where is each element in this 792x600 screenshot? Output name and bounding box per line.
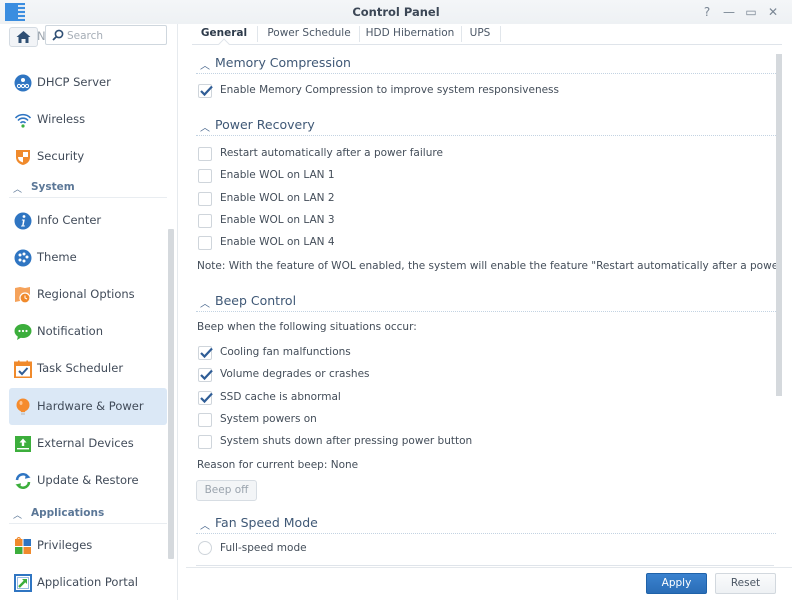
search-field[interactable] [45,25,167,45]
sidebar-item-hardware-power[interactable]: Hardware & Power [9,388,167,425]
help-button[interactable]: ? [699,4,715,20]
checkbox-checked[interactable] [198,346,213,360]
beep-intro: Beep when the following situations occur… [197,321,417,333]
dhcp-server-icon [14,74,32,92]
sidebar-item-regional-options[interactable]: Regional Options [9,276,167,313]
hardware-power-bulb-icon [16,398,30,415]
minimize-button[interactable]: — [721,4,737,20]
close-icon: ✕ [767,5,779,19]
checkbox-unchecked[interactable] [198,413,212,427]
checkbox-unchecked[interactable] [198,147,212,161]
sidebar-item-dhcp-server[interactable]: DHCP Server [9,64,167,101]
apply-button[interactable]: Apply [646,573,707,594]
sidebar-item-update-restore[interactable]: Update & Restore [9,462,167,499]
section-memory-compression[interactable]: ︿ Memory Compression [196,54,776,74]
tab-hdd-hibernation[interactable]: HDD Hibernation [364,27,456,43]
chevron-up-icon: ︿ [200,61,210,72]
info-icon [14,212,32,230]
sidebar-group-applications[interactable]: ︿ Applications [9,504,167,524]
chevron-up-icon: ︿ [13,185,23,195]
sidebar-item-info-center[interactable]: Info Center [9,202,167,239]
sidebar-scrollbar[interactable] [168,229,174,559]
tab-power-schedule[interactable]: Power Schedule [264,27,354,43]
radio-unselected[interactable] [198,541,212,555]
sidebar-item-wireless[interactable]: Wireless [9,101,167,138]
checkbox-checked[interactable] [198,84,213,98]
sidebar: Network DHCP Server Wireless Security ︿ … [0,24,178,600]
section-beep-control[interactable]: ︿ Beep Control [196,292,776,312]
sidebar-item-theme[interactable]: Theme [9,239,167,276]
checkbox-unchecked[interactable] [198,214,212,228]
checkbox-unchecked[interactable] [198,169,212,183]
help-icon: ? [703,5,711,19]
wol-note: Note: With the feature of WOL enabled, t… [197,260,776,272]
sidebar-item-notification[interactable]: Notification [9,313,167,350]
beep-off-button[interactable]: Beep off [196,480,257,501]
sidebar-item-application-portal[interactable]: Application Portal [9,564,167,600]
wireless-icon [14,113,32,128]
external-devices-icon [15,436,31,452]
search-icon [52,29,64,41]
task-scheduler-icon [14,360,32,378]
title-bar: Control Panel ? — ▭ ✕ [0,0,792,24]
search-input[interactable] [67,28,163,43]
tab-ups[interactable]: UPS [464,27,496,43]
sidebar-item-security[interactable]: Security [9,138,167,175]
section-power-recovery[interactable]: ︿ Power Recovery [196,116,776,136]
settings-content: ︿ Memory Compression Enable Memory Compr… [186,46,776,566]
chevron-up-icon: ︿ [200,123,210,134]
application-portal-icon [14,574,32,592]
regional-options-icon [15,287,31,304]
home-button[interactable] [9,27,38,47]
checkmark-icon [200,85,213,97]
footer-bar: Apply Reset [186,567,792,600]
beep-reason: Reason for current beep: None [197,459,359,471]
notification-chat-icon [14,324,32,340]
section-fan-speed-mode[interactable]: ︿ Fan Speed Mode [196,514,776,534]
checkbox-unchecked[interactable] [198,435,212,449]
checkbox-unchecked[interactable] [198,236,212,250]
chevron-up-icon: ︿ [200,299,210,310]
checkbox-unchecked[interactable] [198,192,212,206]
chevron-up-icon: ︿ [13,511,23,521]
reset-button[interactable]: Reset [715,573,776,594]
maximize-icon: ▭ [745,5,757,19]
checkbox-checked[interactable] [198,391,213,405]
maximize-button[interactable]: ▭ [743,4,759,20]
sidebar-group-system[interactable]: ︿ System [9,178,167,198]
sidebar-item-privileges[interactable]: Privileges [9,527,167,564]
minimize-icon: — [723,5,735,19]
theme-palette-icon [14,249,32,267]
sidebar-item-external-devices[interactable]: External Devices [9,425,167,462]
privileges-icon [15,537,31,554]
close-button[interactable]: ✕ [765,4,781,20]
content-scrollbar[interactable] [776,54,782,396]
section-divider [196,565,774,566]
checkmark-icon [200,392,213,404]
home-icon [16,31,31,43]
tab-bar: General Power Schedule HDD Hibernation U… [192,24,782,50]
checkmark-icon [200,369,213,381]
main-panel: General Power Schedule HDD Hibernation U… [186,24,792,600]
window-title: Control Panel [352,5,440,19]
checkbox-checked[interactable] [198,368,213,382]
checkmark-icon [200,347,213,359]
security-shield-icon [16,150,30,165]
sidebar-item-task-scheduler[interactable]: Task Scheduler [9,350,167,387]
chevron-up-icon: ︿ [200,521,210,532]
update-restore-icon [15,473,31,489]
